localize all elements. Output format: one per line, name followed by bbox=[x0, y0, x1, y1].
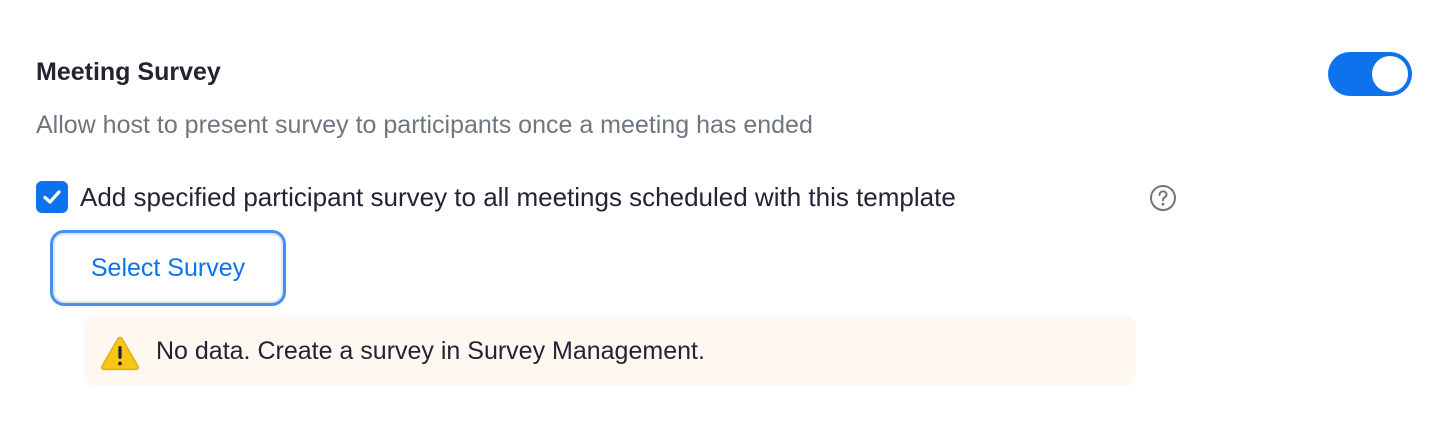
warning-triangle-icon bbox=[101, 336, 139, 371]
no-data-warning: No data. Create a survey in Survey Manag… bbox=[84, 316, 1136, 386]
checkmark-icon bbox=[43, 190, 61, 204]
setting-title: Meeting Survey bbox=[36, 58, 221, 86]
add-survey-checkbox[interactable] bbox=[36, 181, 68, 213]
meeting-survey-toggle[interactable] bbox=[1328, 52, 1412, 96]
warning-message: No data. Create a survey in Survey Manag… bbox=[156, 337, 705, 365]
add-survey-checkbox-label[interactable]: Add specified participant survey to all … bbox=[80, 180, 956, 214]
toggle-knob bbox=[1372, 56, 1408, 92]
select-survey-button[interactable]: Select Survey bbox=[50, 230, 286, 306]
setting-description: Allow host to present survey to particip… bbox=[36, 111, 813, 139]
question-circle-icon[interactable] bbox=[1149, 184, 1177, 212]
